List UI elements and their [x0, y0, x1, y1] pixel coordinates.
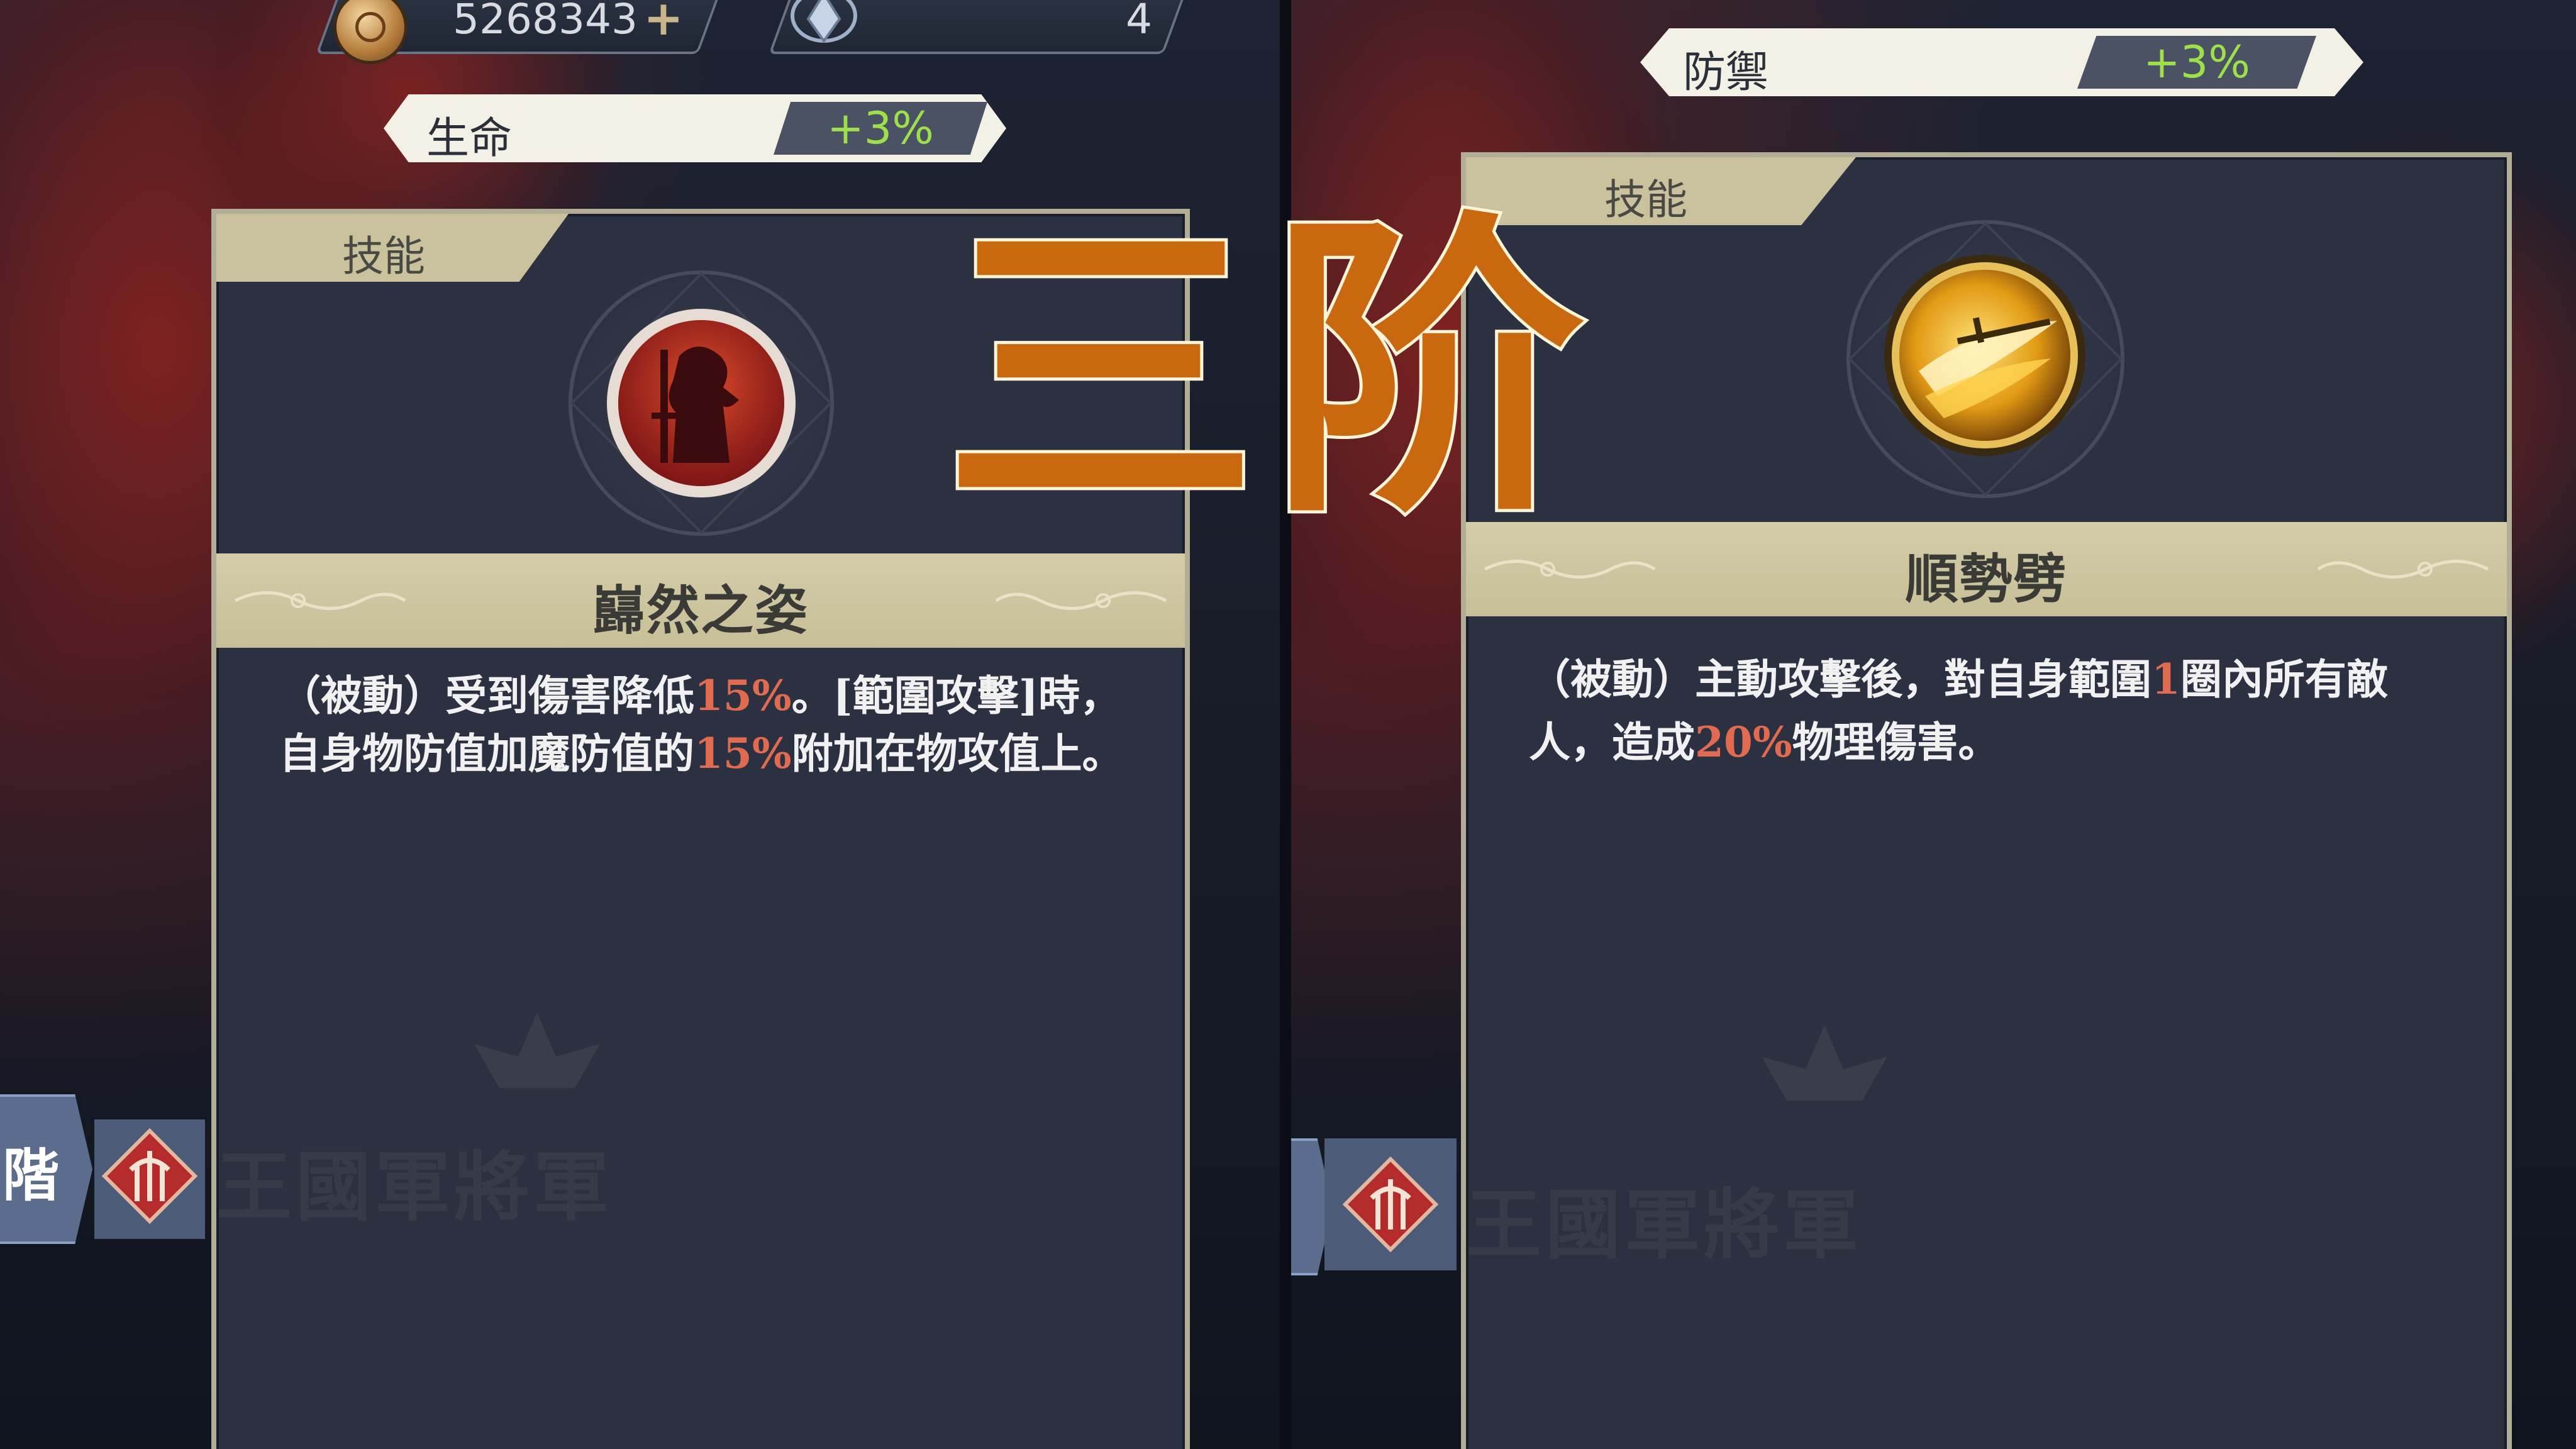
title-watermark: 王國軍將軍	[216, 1143, 613, 1231]
crystal-icon	[791, 0, 857, 43]
add-gold-button[interactable]: +	[641, 0, 686, 42]
skill-name: 順勢劈	[1905, 548, 2068, 610]
gem-amount: 4	[1126, 0, 1152, 43]
sword-slash-icon[interactable]	[1881, 252, 2089, 459]
skill-panel: 技能 順勢劈 （被動）主動攻擊後，對自身範圍1圈內所有敵人，造成20%物理傷害。…	[1461, 152, 2512, 1449]
overlay-title-text: 三阶	[940, 188, 1597, 554]
stat-label: 生命	[426, 114, 513, 164]
warrior-silhouette-icon[interactable]	[604, 306, 799, 501]
crest-watermark-icon	[474, 1013, 600, 1088]
skill-name-band: 巋然之姿	[216, 553, 1185, 648]
stat-label: 防禦	[1683, 48, 1769, 97]
crest-watermark-icon	[1762, 1025, 1887, 1101]
stat-pill: 生命 +3%	[384, 94, 1006, 162]
skill-name-band: 順勢劈	[1466, 522, 2507, 616]
skill-description: （被動）受到傷害降低15%。[範圍攻擊]時，自身物防值加魔防值的15%附加在物攻…	[279, 671, 1124, 778]
rank-label: 階	[3, 1142, 59, 1209]
army-crest-icon[interactable]	[99, 1126, 200, 1226]
stat-pill: 防禦 +3%	[1640, 28, 2363, 96]
skill-name: 巋然之姿	[592, 579, 809, 641]
gold-amount: 5268343	[453, 0, 638, 43]
army-crest-icon[interactable]	[1340, 1154, 1441, 1255]
skill-description: （被動）主動攻擊後，對自身範圍1圈內所有敵人，造成20%物理傷害。	[1529, 655, 2388, 767]
title-watermark: 王國軍將軍	[1466, 1180, 1862, 1269]
stat-value: +3%	[774, 102, 987, 155]
skill-tab-label: 技能	[1604, 175, 1687, 224]
overlay-title: 三阶	[940, 188, 1597, 554]
stat-value: +3%	[2077, 36, 2316, 89]
skill-tab[interactable]: 技能	[216, 214, 569, 282]
skill-tab-label: 技能	[342, 232, 425, 280]
